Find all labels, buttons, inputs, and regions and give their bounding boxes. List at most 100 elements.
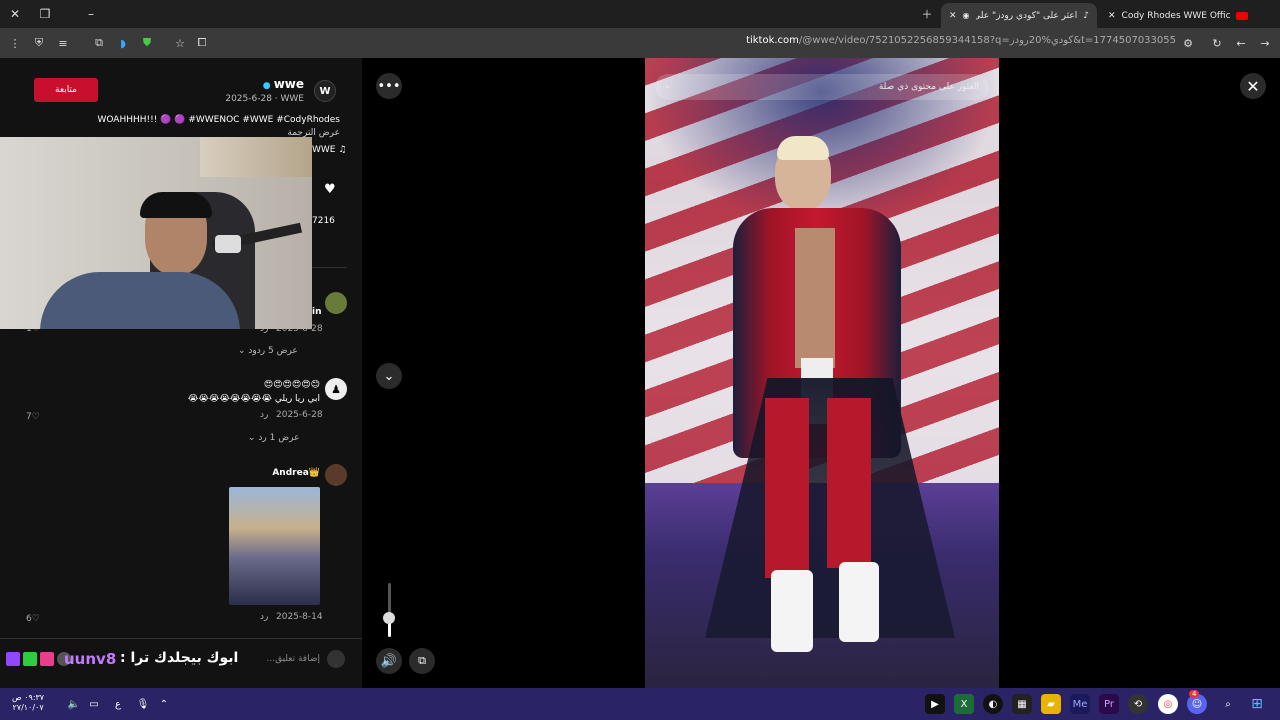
network-icon[interactable]: ▭ bbox=[84, 694, 104, 714]
extensions-icon[interactable]: ⧉ bbox=[88, 32, 110, 54]
app-obs-icon[interactable]: ◐ bbox=[983, 694, 1003, 714]
volume-slider[interactable] bbox=[383, 583, 395, 637]
comment-avatar[interactable]: ♟ bbox=[325, 378, 347, 400]
back-icon[interactable]: ← bbox=[1230, 32, 1252, 54]
post-caption: WOAHHHH!!! 🟣 🟣 #WWENOC #WWE #CodyRhodes bbox=[97, 115, 340, 125]
wrestler-left-boot bbox=[771, 570, 813, 652]
file-explorer-icon[interactable]: ▰ bbox=[1041, 694, 1061, 714]
user-avatar bbox=[327, 650, 345, 668]
microphone-icon[interactable]: 🎙 bbox=[133, 694, 153, 714]
window-minimize-icon[interactable]: – bbox=[76, 0, 106, 28]
comment-likes[interactable]: 7♡ bbox=[26, 412, 40, 422]
comment-likes[interactable]: 6♡ bbox=[26, 614, 40, 624]
like-heart-icon[interactable]: ♥ bbox=[324, 182, 336, 197]
app-capcut-icon[interactable]: ▶ bbox=[925, 694, 945, 714]
search-icon[interactable]: ⌕ bbox=[1218, 694, 1238, 714]
app-premiere-icon[interactable]: Pr bbox=[1099, 694, 1119, 714]
post-meta: 2025-6-28 · WWE bbox=[225, 94, 304, 104]
comment-avatar[interactable] bbox=[325, 292, 347, 314]
comment-author[interactable]: in bbox=[312, 307, 322, 317]
view-replies[interactable]: ⌄ عرض 5 ردود bbox=[238, 346, 298, 356]
comment-date: 2025-6-28 bbox=[276, 410, 323, 420]
comment-date: 2025-8-14 bbox=[276, 612, 323, 622]
comment-avatar[interactable] bbox=[325, 464, 347, 486]
tray-chevron-icon[interactable]: ⌃ bbox=[154, 694, 174, 714]
volume-knob[interactable] bbox=[383, 612, 395, 625]
tab-close-icon[interactable]: ✕ bbox=[1108, 11, 1116, 21]
browser-tab-bar: ✕ ❐ – ＋ ✕ ◉ اعثر على "كودي رودز" على تيك… bbox=[0, 0, 1280, 28]
tab-label: Cody Rhodes WWE Official Enti bbox=[1121, 10, 1230, 21]
bookmark-star-icon[interactable]: ☆ bbox=[169, 32, 191, 54]
taskbar: ٠٩:٣٧ ص ٢٧/١٠/٠٧ 🔈 ▭ ع 🎙 ⌃ ▶ X ◐ ▦ ▰ Me … bbox=[0, 688, 1280, 720]
vpn-icon[interactable]: ⛊ bbox=[136, 32, 158, 54]
reload-icon[interactable]: ↻ bbox=[1206, 32, 1228, 54]
tab-label: اعثر على "كودي رودز" على تيك bbox=[975, 10, 1078, 21]
search-icon: ⌕ bbox=[665, 82, 671, 92]
clock-date: ٢٧/١٠/٠٧ bbox=[12, 703, 44, 712]
verified-icon: ● bbox=[262, 81, 274, 91]
divider bbox=[0, 638, 362, 639]
tab-close-icon[interactable]: ✕ bbox=[949, 11, 957, 21]
youtube-icon bbox=[1236, 11, 1248, 20]
music-text: WWE bbox=[312, 145, 336, 155]
chrome-icon[interactable]: ◎ bbox=[1158, 694, 1178, 714]
menu-icon[interactable]: ⋮ bbox=[4, 32, 26, 54]
volume-icon[interactable]: 🔊 bbox=[376, 648, 402, 674]
webcam-person-shirt bbox=[40, 272, 240, 329]
comment-text: ابي ريا ريلي 😭😭😭😭😭😭😭😭 bbox=[187, 394, 320, 404]
app-excel-icon[interactable]: X bbox=[954, 694, 974, 714]
forward-icon[interactable]: → bbox=[1254, 32, 1276, 54]
picture-in-picture-icon[interactable]: ⧉ bbox=[409, 648, 435, 674]
audio-icon: ◉ bbox=[962, 11, 970, 20]
webcam-person-hair bbox=[140, 192, 212, 218]
likes-count: 7216 bbox=[312, 216, 335, 226]
post-username[interactable]: ● wwe bbox=[263, 77, 304, 91]
cast-icon[interactable]: ◗ bbox=[112, 32, 134, 54]
post-username-text: wwe bbox=[273, 77, 304, 91]
related-search-placeholder: العثور على محتوى ذي صلة bbox=[878, 82, 979, 92]
wrestler-right-leg bbox=[827, 398, 871, 568]
comment-likes-count: 7 bbox=[26, 412, 32, 422]
follow-button[interactable]: متابعة bbox=[34, 78, 98, 102]
webcam-mic bbox=[215, 235, 241, 253]
webcam-overlay bbox=[0, 137, 312, 329]
address-bar: ⋮ ⛨ ≡ ⧉ ◗ ⛊ ☆ ⧠ tiktok.com/@wwe/video/75… bbox=[0, 28, 1280, 58]
reply-link[interactable]: رد bbox=[260, 410, 268, 420]
sub-badge-icon bbox=[40, 652, 54, 666]
app-cleaner-icon[interactable]: ⟲ bbox=[1128, 694, 1148, 714]
media-control-icon[interactable]: ≡ bbox=[52, 32, 74, 54]
window-restore-icon[interactable]: ❐ bbox=[30, 0, 60, 28]
speaker-icon[interactable]: 🔈 bbox=[64, 694, 84, 714]
next-video-chevron-icon[interactable]: ⌄ bbox=[376, 363, 402, 389]
install-app-icon[interactable]: ⧠ bbox=[191, 32, 213, 54]
chat-username: uunv8 bbox=[64, 650, 117, 668]
view-replies[interactable]: ⌄ عرض 1 رد bbox=[248, 433, 299, 443]
more-options-icon[interactable]: ••• bbox=[376, 73, 402, 99]
window-close-icon[interactable]: ✕ bbox=[0, 0, 30, 28]
clock[interactable]: ٠٩:٣٧ ص ٢٧/١٠/٠٧ bbox=[12, 693, 44, 713]
language-indicator[interactable]: ع bbox=[108, 694, 128, 714]
site-settings-icon[interactable]: ⚙ bbox=[1177, 32, 1199, 54]
new-tab-icon[interactable]: ＋ bbox=[916, 3, 938, 25]
url-text[interactable]: tiktok.com/@wwe/video/752105225685934415… bbox=[746, 35, 1176, 46]
related-search-bar[interactable]: العثور على محتوى ذي صلة ⌕ bbox=[655, 74, 989, 100]
webcam-shelf bbox=[200, 137, 312, 177]
app-media-encoder-icon[interactable]: Me bbox=[1070, 694, 1090, 714]
wrestler-chest bbox=[795, 228, 835, 368]
tab-youtube[interactable]: ✕ Cody Rhodes WWE Official Enti bbox=[1100, 3, 1256, 28]
video-frame[interactable]: العثور على محتوى ذي صلة ⌕ bbox=[645, 58, 999, 688]
url-path: /@wwe/video/7521052256859344158?q=كودي%2… bbox=[798, 35, 1176, 46]
chat-message: ابوك بيجلدك ترا : bbox=[120, 650, 239, 666]
comment-author[interactable]: 👑Andrea bbox=[272, 468, 320, 478]
music-label[interactable]: WWE ♫ bbox=[312, 145, 346, 155]
close-video-icon[interactable]: ✕ bbox=[1240, 73, 1266, 99]
video-player-area: ••• ⌄ 🔊 ⧉ العثور على محتوى ذي صلة ⌕ bbox=[362, 58, 1280, 688]
tab-tiktok[interactable]: ✕ ◉ اعثر على "كودي رودز" على تيك ♪ bbox=[941, 3, 1097, 28]
reply-link[interactable]: رد bbox=[260, 612, 268, 622]
wwe-avatar[interactable]: W bbox=[314, 80, 336, 102]
app-grid-icon[interactable]: ▦ bbox=[1012, 694, 1032, 714]
extension-shield-icon[interactable]: ⛨ bbox=[28, 32, 50, 54]
windows-start-icon[interactable]: ⊞ bbox=[1247, 694, 1267, 714]
comment-image[interactable] bbox=[229, 487, 320, 605]
comment-author[interactable]: 😊😍😍😍😍😍 bbox=[264, 380, 320, 390]
